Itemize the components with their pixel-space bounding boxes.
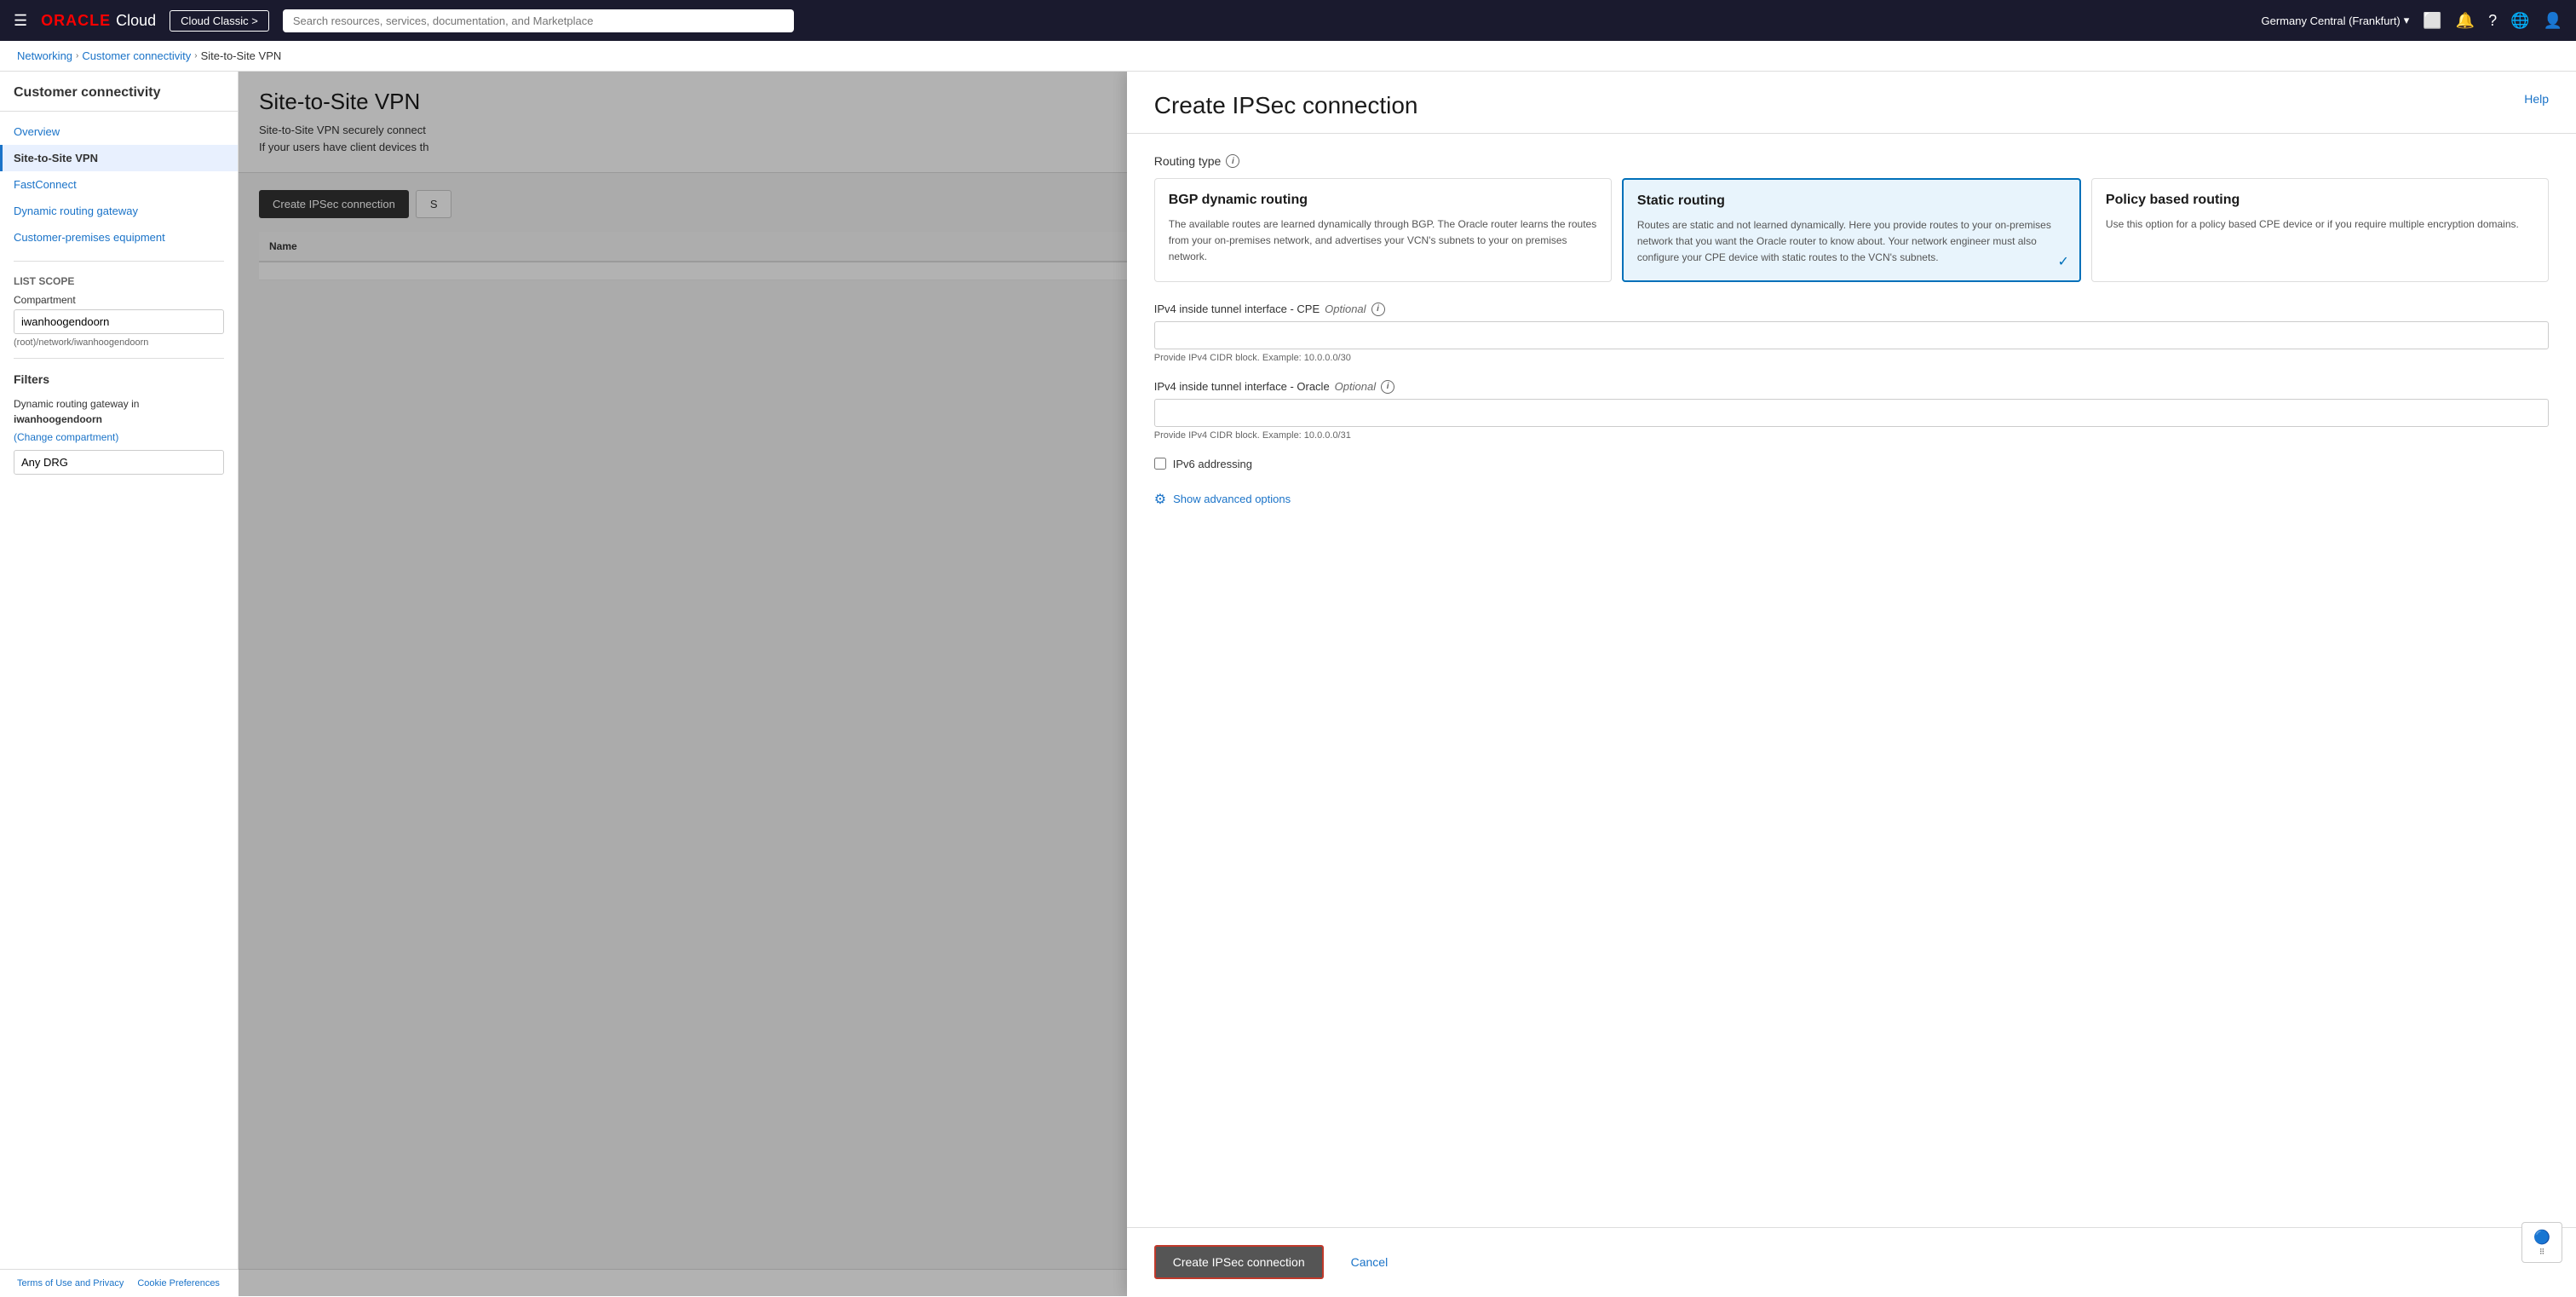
notification-bell-icon[interactable]: 🔔	[2456, 12, 2475, 30]
list-scope-label: List scope	[14, 275, 224, 287]
breadcrumb-networking[interactable]: Networking	[17, 49, 72, 62]
drg-select-wrapper: Any DRG	[14, 450, 224, 475]
routing-type-info-icon[interactable]: i	[1226, 154, 1239, 168]
filters-section: Filters Dynamic routing gateway in iwanh…	[0, 372, 238, 475]
routing-card-bgp[interactable]: BGP dynamic routing The available routes…	[1154, 178, 1612, 282]
sidebar-nav: Overview Site-to-Site VPN FastConnect Dy…	[0, 118, 238, 251]
content-area: Site-to-Site VPN Site-to-Site VPN secure…	[239, 72, 2576, 1296]
routing-card-policy[interactable]: Policy based routing Use this option for…	[2091, 178, 2549, 282]
ipv4-oracle-label-text: IPv4 inside tunnel interface - Oracle	[1154, 380, 1330, 393]
filter-drg-text: Dynamic routing gateway in iwanhoogendoo…	[14, 396, 224, 427]
modal-body: Routing type i BGP dynamic routing The a…	[1127, 134, 2576, 1227]
region-selector[interactable]: Germany Central (Frankfurt) ▾	[2262, 14, 2410, 27]
terminal-icon[interactable]: ⬜	[2423, 12, 2441, 30]
show-advanced-options-link[interactable]: ⚙ Show advanced options	[1154, 491, 2549, 508]
help-widget-icon: 🔵	[2533, 1229, 2550, 1246]
static-card-checkmark: ✓	[2058, 253, 2069, 270]
list-scope-section: List scope Compartment iwanhoogendoorn (…	[0, 275, 238, 348]
modal-help-link[interactable]: Help	[2524, 92, 2549, 106]
cookie-preferences-link[interactable]: Cookie Preferences	[137, 1278, 220, 1288]
ipv4-cpe-info-icon[interactable]: i	[1371, 303, 1385, 316]
bgp-card-description: The available routes are learned dynamic…	[1169, 216, 1597, 266]
ipv4-cpe-hint: Provide IPv4 CIDR block. Example: 10.0.0…	[1154, 353, 2549, 363]
sliders-icon: ⚙	[1154, 491, 1166, 508]
compartment-path: (root)/network/iwanhoogendoorn	[14, 337, 224, 348]
ipv4-oracle-input[interactable]	[1154, 399, 2549, 427]
bgp-card-title: BGP dynamic routing	[1169, 193, 1597, 208]
breadcrumb-sep2: ›	[194, 51, 197, 61]
create-ipsec-submit-button[interactable]: Create IPSec connection	[1154, 1245, 1324, 1279]
ipv4-cpe-label-text: IPv4 inside tunnel interface - CPE	[1154, 303, 1320, 315]
chevron-down-icon: ▾	[2404, 14, 2410, 27]
compartment-select[interactable]: iwanhoogendoorn	[14, 309, 224, 334]
modal-footer: Create IPSec connection Cancel	[1127, 1227, 2576, 1296]
cloud-classic-button[interactable]: Cloud Classic >	[170, 10, 269, 32]
oracle-logo: ORACLE Cloud	[41, 12, 156, 30]
help-widget-grid-icon: ⠿	[2539, 1248, 2545, 1257]
ipv4-cpe-group: IPv4 inside tunnel interface - CPE Optio…	[1154, 303, 2549, 363]
breadcrumb-customer-connectivity[interactable]: Customer connectivity	[82, 49, 191, 62]
advanced-options-text: Show advanced options	[1173, 493, 1291, 505]
search-bar	[283, 9, 794, 32]
routing-type-text: Routing type	[1154, 154, 1222, 168]
sidebar-item-fastconnect[interactable]: FastConnect	[0, 171, 238, 198]
ipv6-addressing-group: IPv6 addressing	[1154, 458, 2549, 470]
breadcrumb-sep1: ›	[76, 51, 78, 61]
routing-type-label: Routing type i	[1154, 154, 2549, 168]
region-text: Germany Central (Frankfurt)	[2262, 14, 2401, 27]
footer-links: Terms of Use and Privacy Cookie Preferen…	[17, 1278, 220, 1288]
ipv4-oracle-optional: Optional	[1335, 380, 1376, 393]
cloud-text: Cloud	[116, 12, 156, 30]
help-circle-icon[interactable]: ?	[2488, 12, 2497, 30]
sidebar-title: Customer connectivity	[0, 85, 238, 112]
compartment-label: Compartment	[14, 294, 224, 306]
topbar-icons: ⬜ 🔔 ? 🌐 👤	[2423, 12, 2562, 30]
topbar-right: Germany Central (Frankfurt) ▾ ⬜ 🔔 ? 🌐 👤	[2262, 12, 2563, 30]
sidebar-divider-1	[14, 261, 224, 262]
modal-header: Create IPSec connection Help	[1127, 72, 2576, 134]
modal-title: Create IPSec connection	[1154, 92, 1418, 119]
sidebar-item-site-to-site-vpn[interactable]: Site-to-Site VPN	[0, 145, 238, 171]
breadcrumb-current: Site-to-Site VPN	[201, 49, 282, 62]
user-avatar-icon[interactable]: 👤	[2544, 12, 2562, 30]
ipv4-oracle-hint: Provide IPv4 CIDR block. Example: 10.0.0…	[1154, 430, 2549, 441]
sidebar: Customer connectivity Overview Site-to-S…	[0, 72, 239, 1296]
routing-card-static[interactable]: Static routing Routes are static and not…	[1622, 178, 2081, 282]
search-input[interactable]	[283, 9, 794, 32]
sidebar-item-overview[interactable]: Overview	[0, 118, 238, 145]
ipv6-label[interactable]: IPv6 addressing	[1173, 458, 1252, 470]
sidebar-item-customer-premises-equipment[interactable]: Customer-premises equipment	[0, 224, 238, 251]
ipv6-checkbox[interactable]	[1154, 458, 1166, 470]
drg-select[interactable]: Any DRG	[14, 450, 224, 475]
ipv4-cpe-label: IPv4 inside tunnel interface - CPE Optio…	[1154, 303, 2549, 316]
change-compartment-link[interactable]: (Change compartment)	[14, 431, 118, 443]
terms-link[interactable]: Terms of Use and Privacy	[17, 1278, 124, 1288]
routing-cards: BGP dynamic routing The available routes…	[1154, 178, 2549, 282]
policy-card-description: Use this option for a policy based CPE d…	[2106, 216, 2534, 233]
breadcrumb: Networking › Customer connectivity › Sit…	[0, 41, 2576, 72]
filter-drg-name: iwanhoogendoorn	[14, 413, 102, 425]
ipv4-oracle-label: IPv4 inside tunnel interface - Oracle Op…	[1154, 380, 2549, 394]
help-widget[interactable]: 🔵 ⠿	[2521, 1222, 2562, 1263]
cancel-button[interactable]: Cancel	[1337, 1247, 1402, 1277]
policy-card-title: Policy based routing	[2106, 193, 2534, 208]
ipv4-oracle-info-icon[interactable]: i	[1381, 380, 1394, 394]
topbar: ☰ ORACLE Cloud Cloud Classic > Germany C…	[0, 0, 2576, 41]
sidebar-divider-2	[14, 358, 224, 359]
main-layout: Customer connectivity Overview Site-to-S…	[0, 72, 2576, 1296]
modal-create-ipsec: Create IPSec connection Help Routing typ…	[1127, 72, 2576, 1296]
menu-icon[interactable]: ☰	[14, 12, 27, 30]
sidebar-item-dynamic-routing-gateway[interactable]: Dynamic routing gateway	[0, 198, 238, 224]
ipv4-cpe-input[interactable]	[1154, 321, 2549, 349]
oracle-text: ORACLE	[41, 12, 111, 30]
ipv4-oracle-group: IPv4 inside tunnel interface - Oracle Op…	[1154, 380, 2549, 441]
filters-label: Filters	[14, 372, 224, 386]
ipv4-cpe-optional: Optional	[1325, 303, 1366, 315]
static-card-title: Static routing	[1637, 193, 2066, 209]
globe-icon[interactable]: 🌐	[2510, 12, 2529, 30]
filter-drg-prefix: Dynamic routing gateway in	[14, 398, 139, 410]
static-card-description: Routes are static and not learned dynami…	[1637, 217, 2066, 267]
